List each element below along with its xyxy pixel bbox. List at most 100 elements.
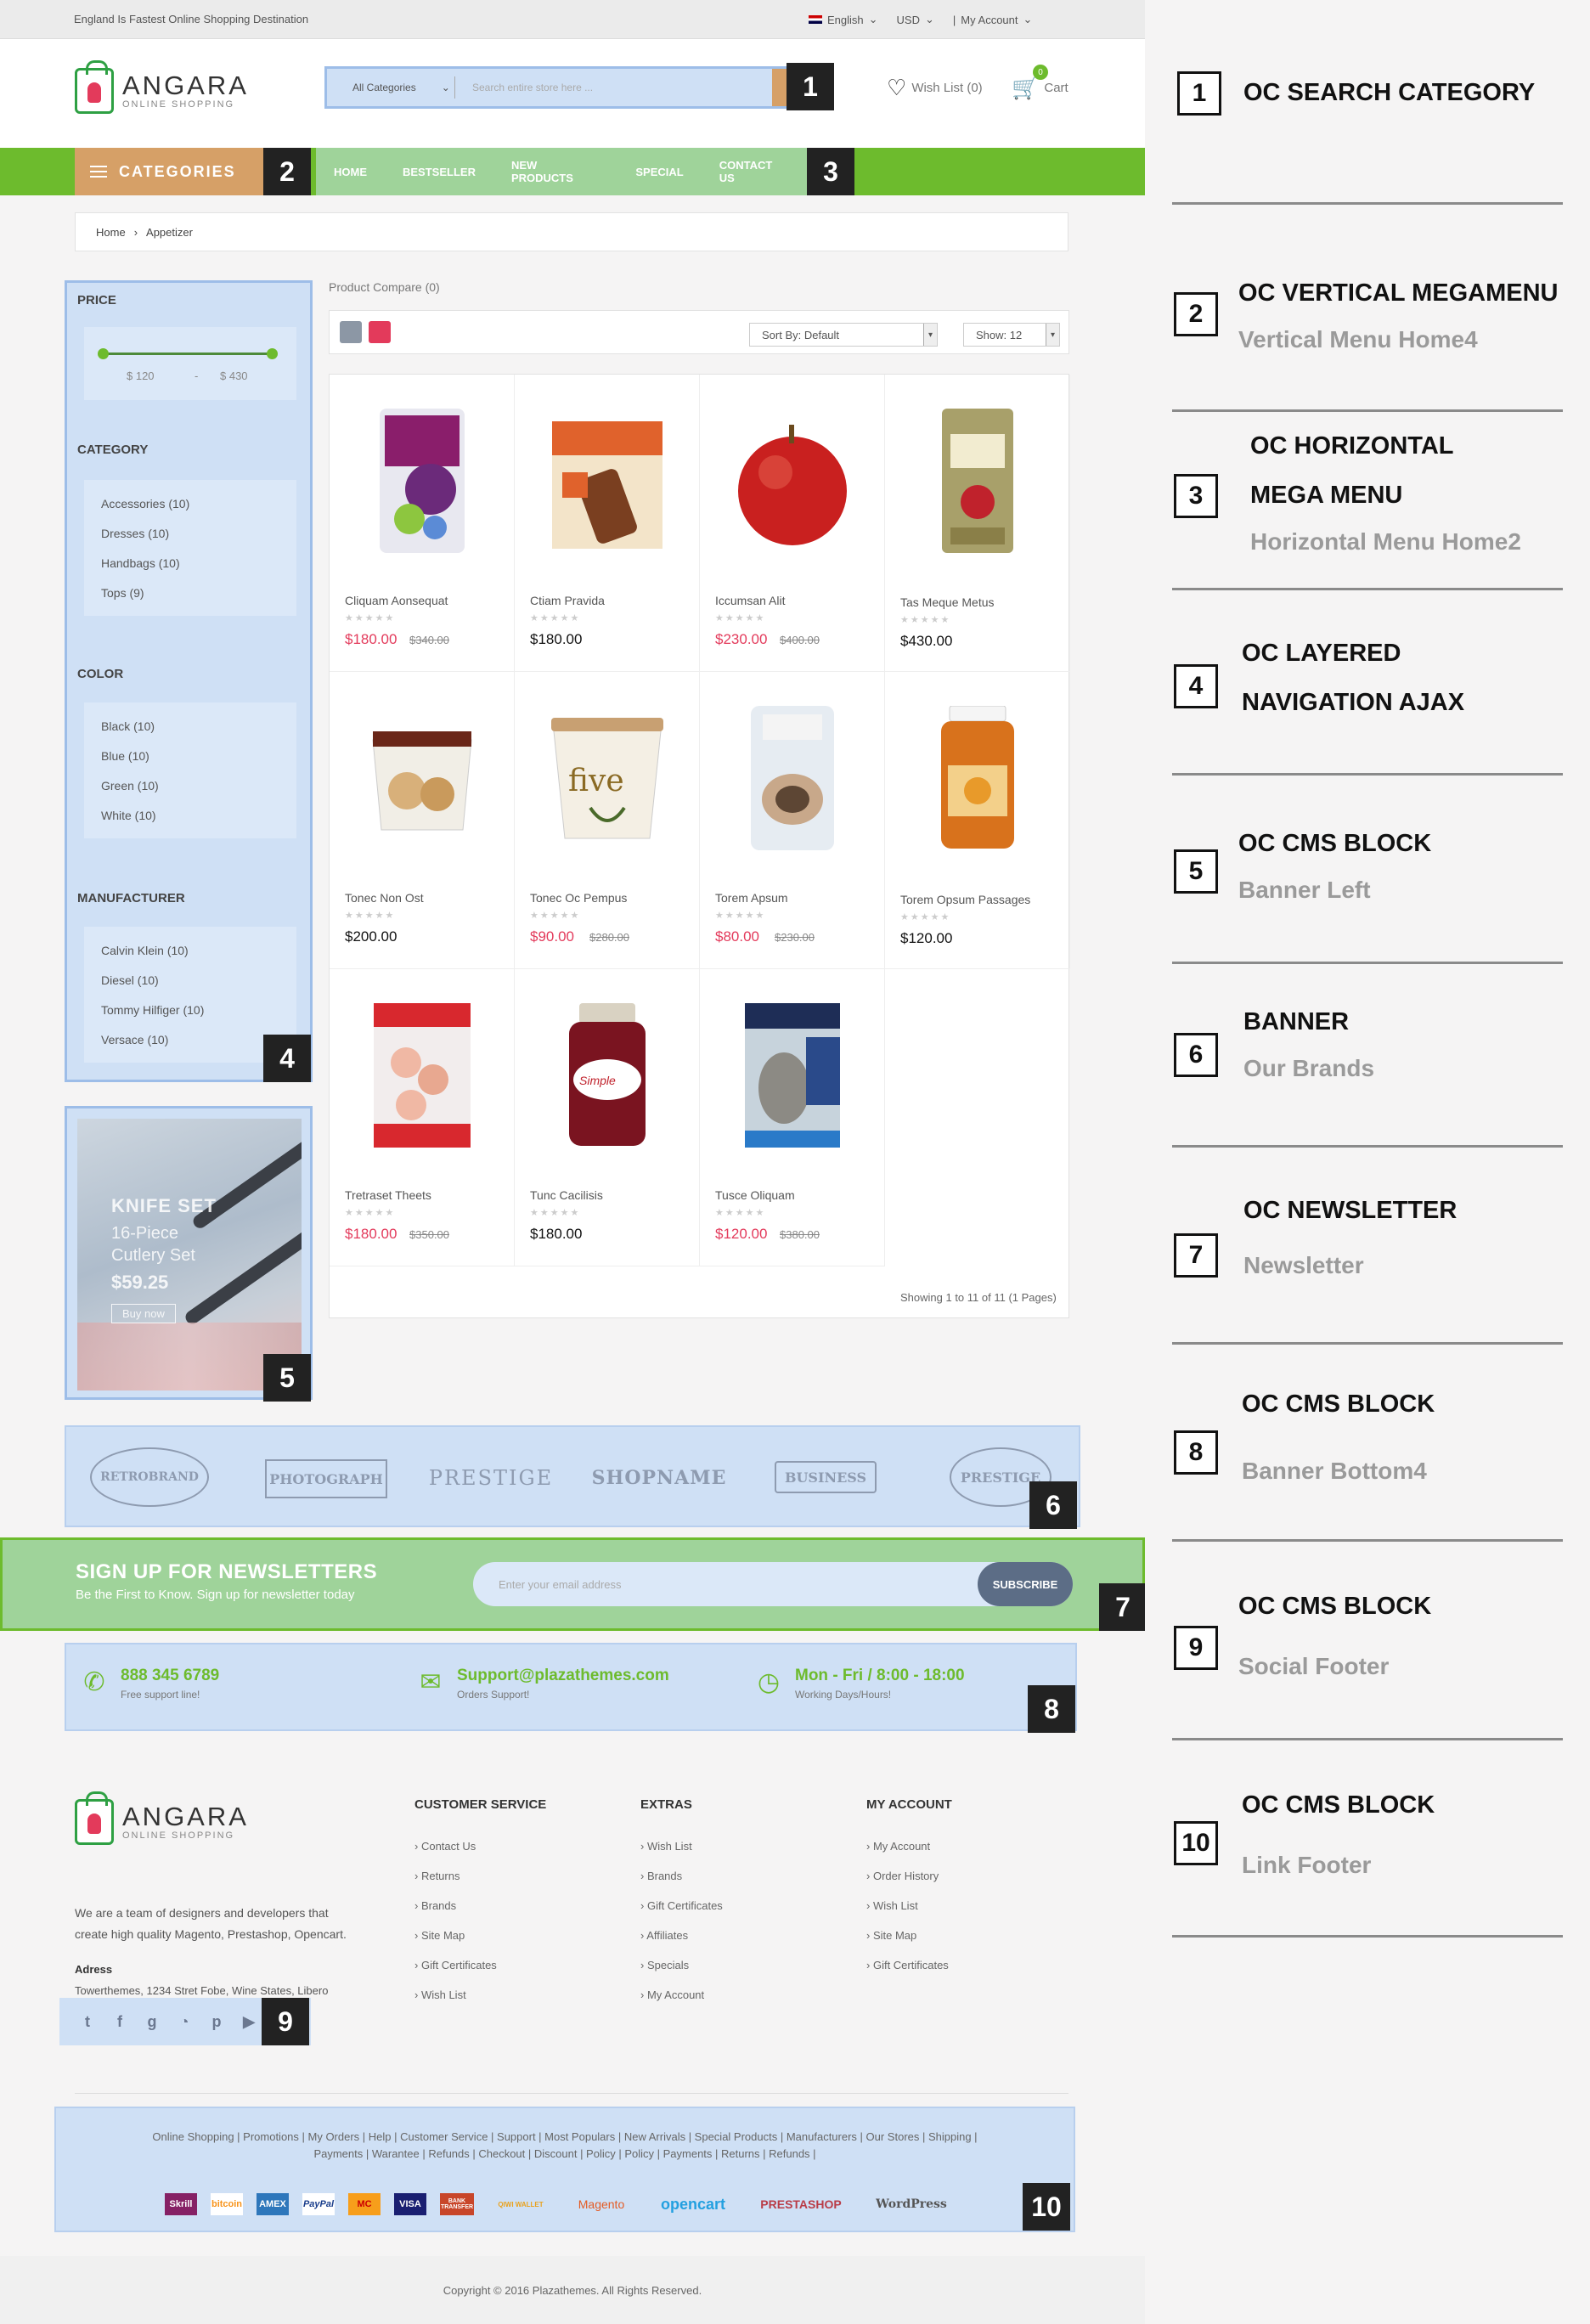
product-card[interactable]: Tas Meque Metus ★★★★★ $430.00 [885, 375, 1070, 672]
footer-link[interactable]: › Returns [414, 1861, 497, 1891]
footer-link[interactable]: › Contact Us [414, 1831, 497, 1861]
search-input[interactable]: Search entire store here ... [454, 76, 772, 99]
divider [1172, 962, 1563, 964]
sort-select[interactable]: Sort By: Default ▾ [749, 323, 938, 347]
rating-stars: ★★★★★ [530, 911, 581, 921]
logo-sub: ONLINE SHOPPING [122, 99, 235, 110]
nav-new-products[interactable]: NEW PRODUCTS [493, 148, 617, 195]
footer-links: › Wish List › Brands › Gift Certificates… [640, 1831, 723, 2010]
footer-link[interactable]: › Wish List [866, 1891, 949, 1921]
footer-link[interactable]: › Brands [414, 1891, 497, 1921]
footer-link[interactable]: › Brands [640, 1861, 723, 1891]
chevron-down-icon: ⌄ [441, 82, 450, 93]
footer-link[interactable]: › Wish List [640, 1831, 723, 1861]
nav-special[interactable]: SPECIAL [617, 148, 701, 195]
search-button[interactable] [772, 69, 787, 106]
account-menu[interactable]: | My Account ⌄ [953, 13, 1033, 26]
footer-link-row[interactable]: Payments | Warantee | Refunds | Checkout… [56, 2147, 1074, 2160]
shopping-bag-icon [75, 60, 114, 114]
footer-link[interactable]: › Specials [640, 1950, 723, 1980]
product-card[interactable]: Iccumsan Alit ★★★★★ $230.00 $400.00 [700, 375, 885, 672]
product-card[interactable]: Tusce Oliquam ★★★★★ $120.00 $380.00 [700, 969, 885, 1266]
nav-contact-us[interactable]: CONTACT US [702, 148, 807, 195]
brand-logo[interactable]: PRESTIGE [429, 1447, 551, 1509]
filter-option[interactable]: Tops (9) [84, 578, 296, 607]
footer-link[interactable]: › Affiliates [640, 1921, 723, 1950]
breadcrumb-home[interactable]: Home [96, 226, 126, 239]
product-card[interactable]: five Tonec Oc Pempus ★★★★★ $90.00 $280.0… [515, 672, 700, 969]
divider [1172, 202, 1563, 205]
logo[interactable]: ANGARA ONLINE SHOPPING [75, 60, 249, 114]
facebook-icon[interactable]: f [104, 2013, 136, 2031]
search-bar: All Categories ⌄ Search entire store here… [324, 66, 790, 109]
footer-links: › My Account › Order History › Wish List… [866, 1831, 949, 1980]
filter-option[interactable]: Green (10) [84, 770, 296, 800]
brand-logo[interactable]: RETROBRAND [90, 1447, 209, 1507]
product-card[interactable]: Simple Tunc Cacilisis ★★★★★ $180.00 [515, 969, 700, 1266]
divider [1172, 588, 1563, 590]
wishlist-link[interactable]: ♡ Wish List (0) [887, 75, 983, 101]
brand-logo[interactable]: SHOPNAME [592, 1447, 726, 1509]
price-max: $ 430 [220, 369, 248, 382]
twitter-icon[interactable]: t [71, 2013, 104, 2031]
product-card[interactable]: Tretraset Theets ★★★★★ $180.00 $350.00 [330, 969, 515, 1266]
show-select[interactable]: Show: 12 ▾ [963, 323, 1060, 347]
filter-option[interactable]: Dresses (10) [84, 518, 296, 548]
payment-logo: Magento [578, 2197, 625, 2211]
currency-selector[interactable]: USD ⌄ [897, 13, 934, 26]
footer-about: We are a team of designers and developer… [75, 1906, 347, 1997]
footer-link[interactable]: › My Account [640, 1980, 723, 2010]
search-category-select[interactable]: All Categories ⌄ [327, 69, 454, 106]
newsletter-email-input[interactable]: Enter your email address SUBSCRIBE [473, 1562, 1073, 1606]
footer-link[interactable]: › Site Map [866, 1921, 949, 1950]
contact-info-banner: ✆ 888 345 6789 Free support line! ✉ Suppo… [65, 1643, 1077, 1731]
brand-logo[interactable]: BUSINESS [775, 1461, 877, 1493]
filter-option[interactable]: Calvin Klein (10) [84, 935, 296, 965]
footer-link[interactable]: › Gift Certificates [866, 1950, 949, 1980]
label-badge-10: 10 [1023, 2183, 1070, 2231]
footer-link[interactable]: › Order History [866, 1861, 949, 1891]
product-card[interactable]: Torem Opsum Passages ★★★★★ $120.00 [885, 672, 1070, 969]
filter-option[interactable]: Accessories (10) [84, 488, 296, 518]
footer-link[interactable]: › Wish List [414, 1980, 497, 2010]
product-card[interactable]: Ctiam Pravida ★★★★★ $180.00 [515, 375, 700, 672]
filter-option[interactable]: Diesel (10) [84, 965, 296, 995]
rating-stars: ★★★★★ [715, 1208, 766, 1218]
brand-logo[interactable]: PHOTOGRAPH [265, 1459, 387, 1498]
footer-link[interactable]: › Gift Certificates [640, 1891, 723, 1921]
filter-option[interactable]: Tommy Hilfiger (10) [84, 995, 296, 1024]
price-slider[interactable] [98, 348, 278, 359]
language-selector[interactable]: English ⌄ [809, 13, 878, 26]
list-view-icon[interactable] [340, 321, 362, 343]
grid-view-icon[interactable] [369, 321, 391, 343]
filter-option[interactable]: White (10) [84, 800, 296, 830]
cart-link[interactable]: 🛒 0 Cart [1012, 65, 1068, 101]
nav-bestseller[interactable]: BESTSELLER [385, 148, 493, 195]
pinterest-icon[interactable]: p [200, 2013, 233, 2031]
categories-menu-button[interactable]: CATEGORIES [75, 148, 268, 195]
product-card[interactable]: Cliquam Aonsequat ★★★★★ $180.00 $340.00 [330, 375, 515, 672]
buy-now-button[interactable]: Buy now [111, 1304, 176, 1323]
footer-link[interactable]: › My Account [866, 1831, 949, 1861]
footer-links: › Contact Us › Returns › Brands › Site M… [414, 1831, 497, 2010]
divider [1172, 1342, 1563, 1345]
filter-option[interactable]: Handbags (10) [84, 548, 296, 578]
top-bar: England Is Fastest Online Shopping Desti… [0, 0, 1145, 39]
payment-logo: bitcoin [211, 2193, 243, 2215]
product-compare-link[interactable]: Product Compare (0) [329, 280, 440, 294]
footer-link[interactable]: › Gift Certificates [414, 1950, 497, 1980]
footer-link[interactable]: › Site Map [414, 1921, 497, 1950]
cart-icon: 🛒 0 [1012, 65, 1048, 101]
google-plus-icon[interactable]: g [136, 2013, 168, 2031]
filter-option[interactable]: Blue (10) [84, 741, 296, 770]
subscribe-button[interactable]: SUBSCRIBE [978, 1562, 1073, 1606]
filter-option[interactable]: Black (10) [84, 711, 296, 741]
product-card[interactable]: Tonec Non Ost ★★★★★ $200.00 [330, 672, 515, 969]
footer-link-row[interactable]: Online Shopping | Promotions | My Orders… [56, 2130, 1074, 2143]
product-card[interactable]: Torem Apsum ★★★★★ $80.00 $230.00 [700, 672, 885, 969]
nav-home[interactable]: HOME [316, 148, 385, 195]
footer-logo[interactable]: ANGARA ONLINE SHOPPING [75, 1791, 249, 1845]
rss-icon[interactable]: ◔ [168, 2013, 200, 2031]
label-badge-6: 6 [1029, 1481, 1077, 1529]
youtube-icon[interactable]: ▶ [233, 2013, 265, 2031]
